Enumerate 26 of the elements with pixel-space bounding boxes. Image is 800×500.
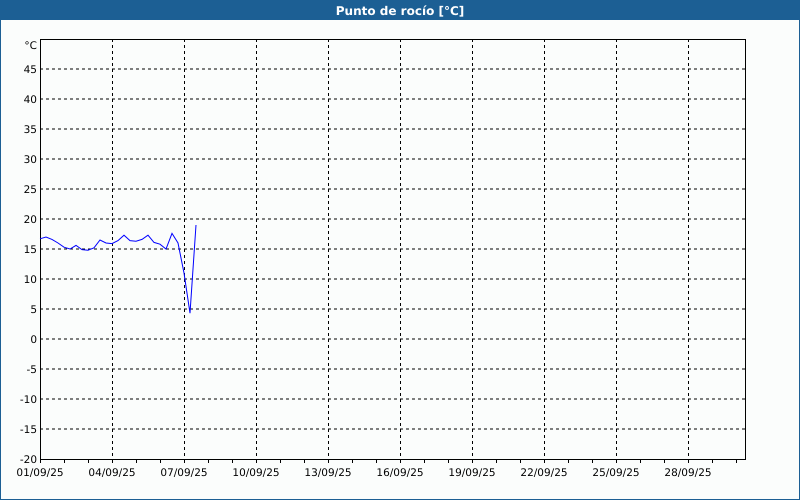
axis-label: 19/09/25	[448, 467, 496, 479]
axis-label: 01/09/25	[16, 467, 64, 479]
axis-label: 40	[24, 94, 37, 106]
axis-label: 15	[24, 244, 37, 256]
axis-label: 0	[30, 334, 37, 346]
axis-label: 5	[30, 304, 37, 316]
axis-label: 25/09/25	[592, 467, 640, 479]
axis-label: 45	[24, 64, 37, 76]
axis-title: °C	[24, 40, 37, 52]
window-title: Punto de rocío [°C]	[1, 1, 799, 20]
axis-label: 22/09/25	[520, 467, 568, 479]
axis-label: 10/09/25	[232, 467, 280, 479]
axis-label: 10	[24, 274, 37, 286]
axis-label: 25	[24, 184, 37, 196]
axis-label: 04/09/25	[88, 467, 136, 479]
axis-label: 30	[24, 154, 37, 166]
axis-label: -15	[20, 424, 37, 436]
axis-label: 13/09/25	[304, 467, 352, 479]
axis-label: 16/09/25	[376, 467, 424, 479]
axis-label: 28/09/25	[664, 467, 712, 479]
axis-label: 07/09/25	[160, 467, 208, 479]
axis-label: -10	[20, 394, 37, 406]
axis-label: -5	[26, 364, 37, 376]
axis-label: -20	[20, 454, 37, 466]
axis-label: 35	[24, 124, 37, 136]
axis-label: 20	[24, 214, 37, 226]
